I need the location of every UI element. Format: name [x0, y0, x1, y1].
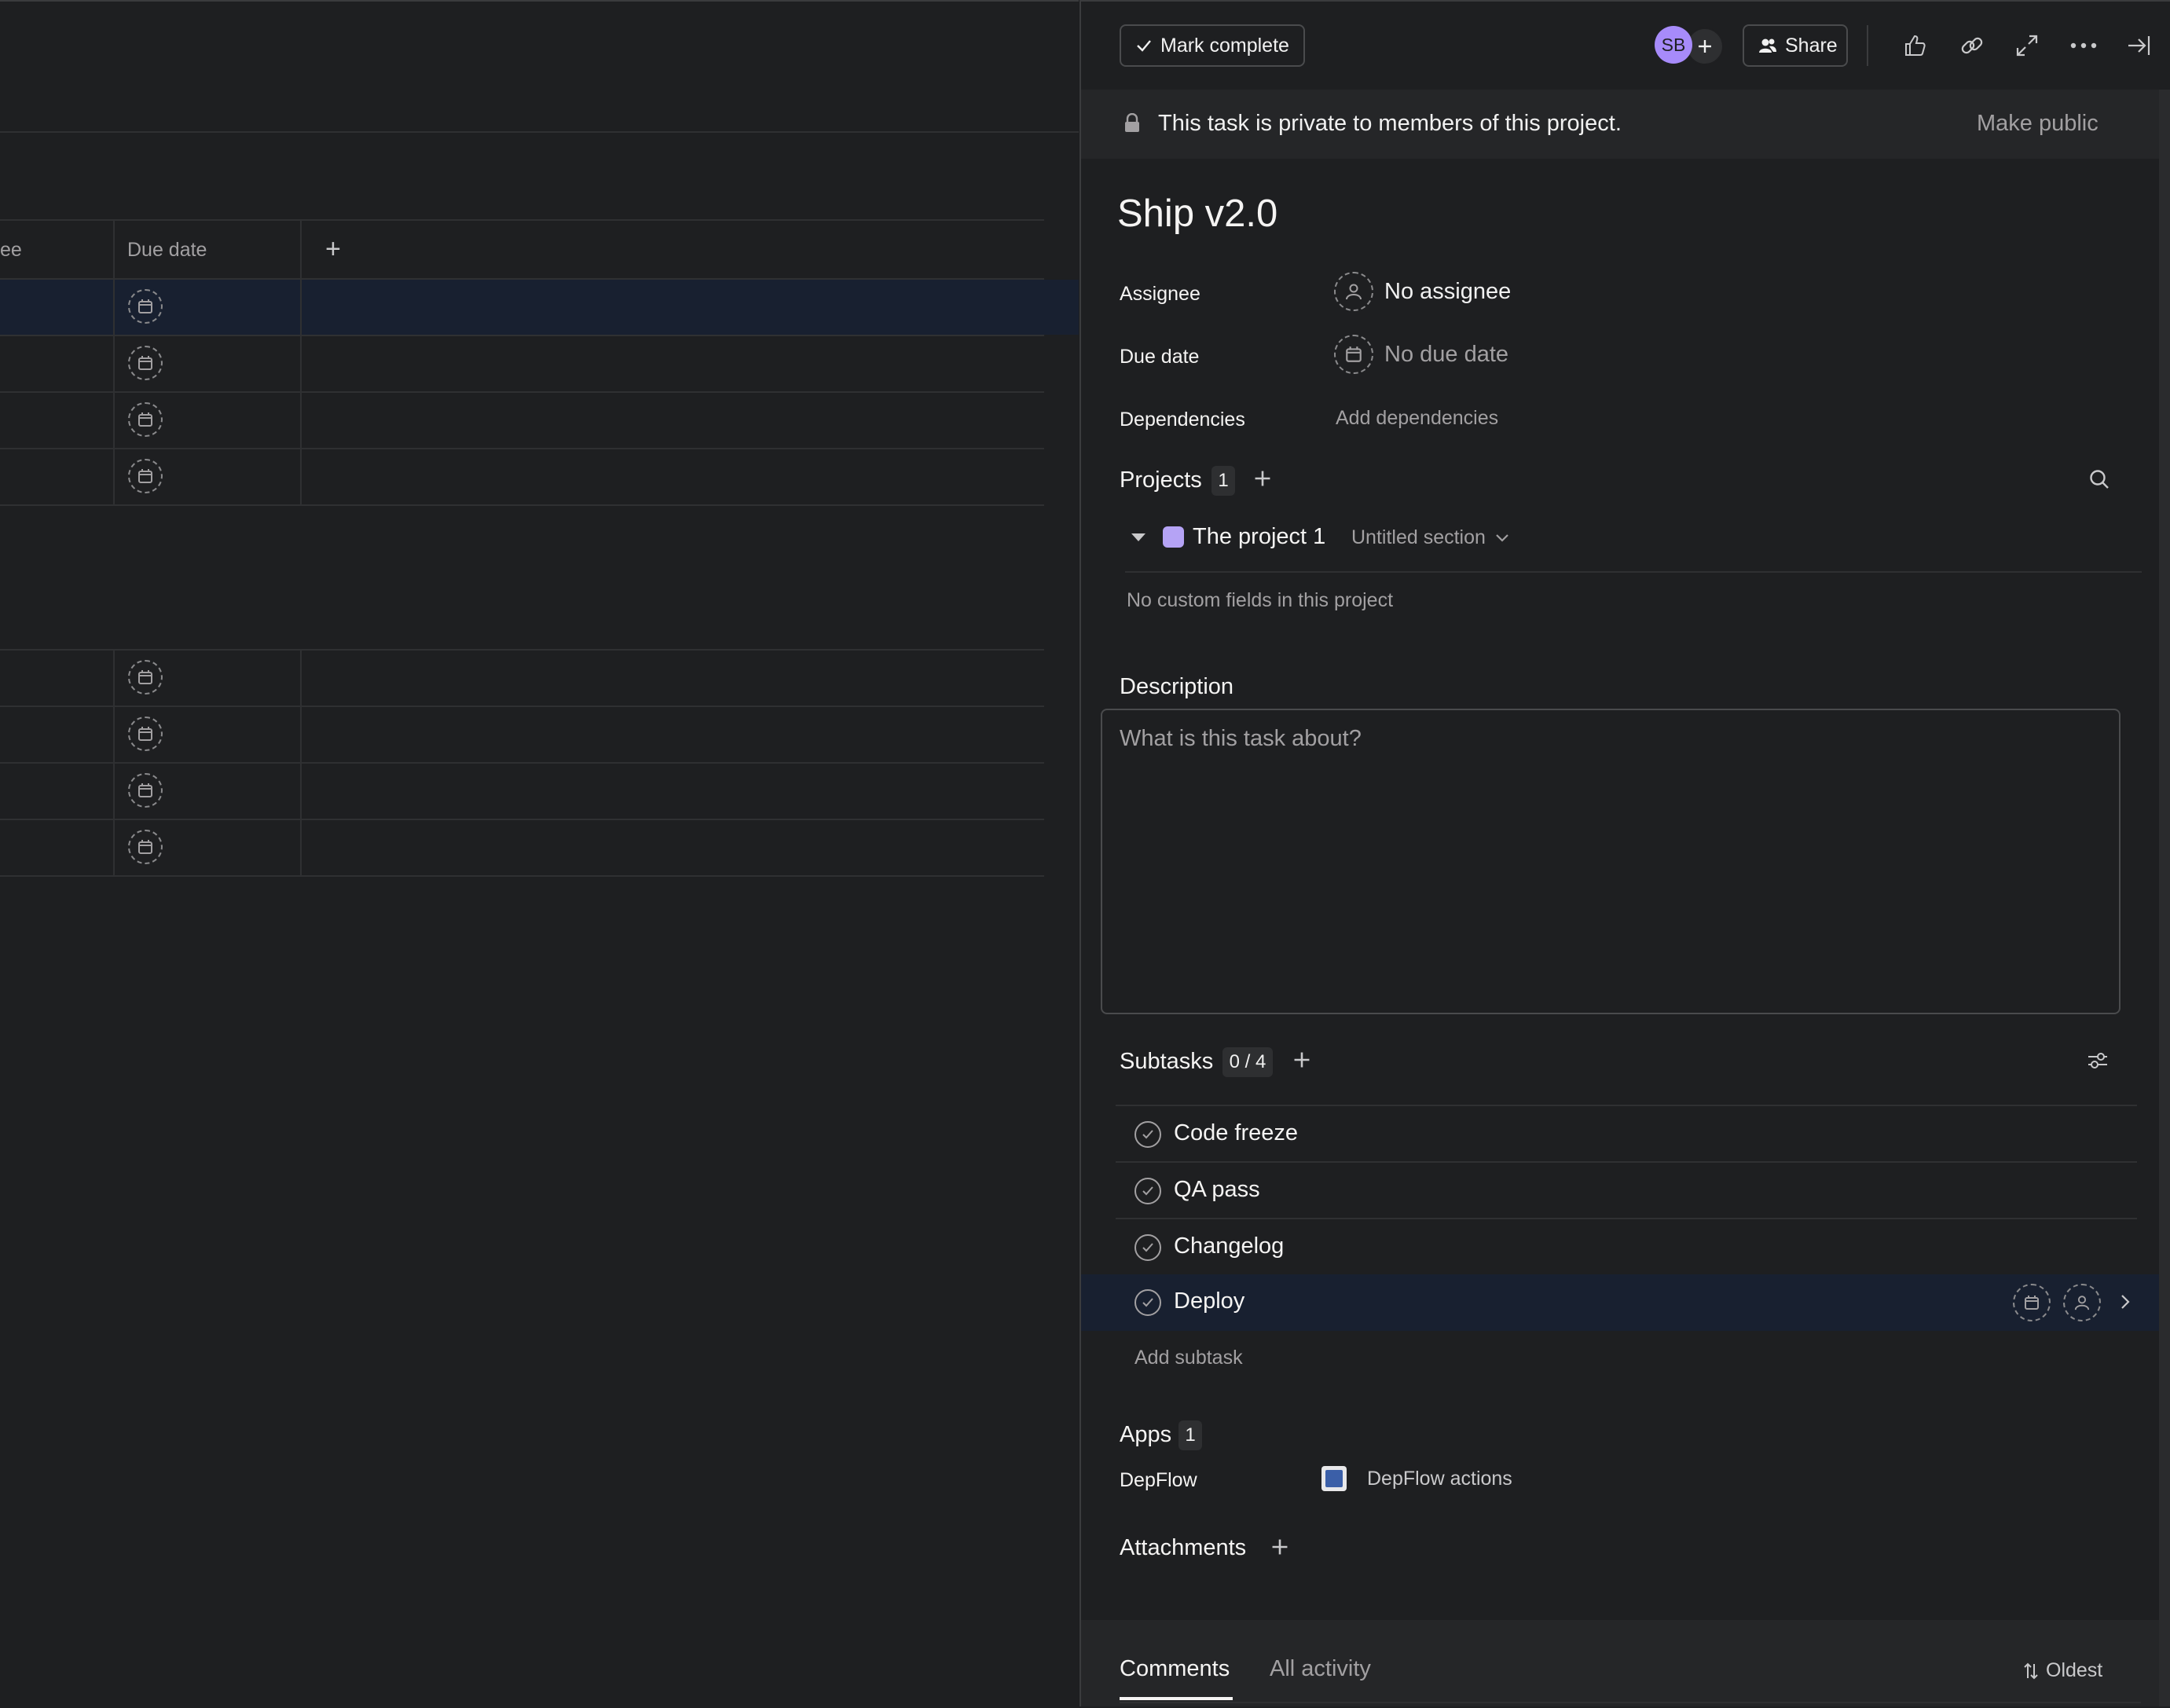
- sort-icon: [2024, 1662, 2038, 1679]
- description-title: Description: [1120, 674, 1234, 699]
- assignee-label: Assignee: [1120, 283, 1200, 305]
- project-color-swatch: [1163, 526, 1184, 548]
- subtask-row[interactable]: QA pass: [1116, 1161, 2137, 1218]
- share-label: Share: [1785, 34, 1838, 57]
- subtask-name[interactable]: Code freeze: [1174, 1120, 1298, 1146]
- app-label: DepFlow: [1120, 1469, 1197, 1491]
- due-date-value[interactable]: No due date: [1384, 342, 1508, 368]
- calendar-icon[interactable]: [1334, 335, 1373, 374]
- task-detail-pane: Mark complete SB Share This task is priv…: [1080, 0, 2170, 1706]
- projects-title: Projects: [1120, 467, 1202, 493]
- add-project-button[interactable]: [1252, 468, 1273, 493]
- active-tab-indicator: [1120, 1697, 1233, 1700]
- share-button[interactable]: Share: [1743, 24, 1848, 67]
- dependencies-label: Dependencies: [1120, 409, 1245, 431]
- person-icon[interactable]: [2063, 1284, 2101, 1321]
- due-date-picker-icon[interactable]: [128, 402, 163, 437]
- privacy-message: This task is private to members of this …: [1158, 111, 1622, 136]
- project-name[interactable]: The project 1: [1193, 524, 1325, 550]
- subtask-row-hovered[interactable]: Deploy: [1081, 1274, 2159, 1331]
- calendar-icon[interactable]: [2013, 1284, 2051, 1321]
- app-actions-button[interactable]: DepFlow actions: [1367, 1468, 1512, 1490]
- attachments-title: Attachments: [1120, 1535, 1247, 1560]
- subtask-settings-icon[interactable]: [2087, 1051, 2109, 1074]
- no-custom-fields-text: No custom fields in this project: [1127, 589, 1394, 611]
- add-subtask-button[interactable]: Add subtask: [1134, 1347, 1243, 1369]
- due-date-picker-icon[interactable]: [128, 717, 163, 751]
- subtask-check-icon[interactable]: [1134, 1121, 1161, 1148]
- toolbar-divider: [1867, 25, 1868, 66]
- check-icon: [1137, 40, 1151, 52]
- avatar[interactable]: SB: [1655, 26, 1692, 64]
- add-subtask-plus-button[interactable]: [1292, 1050, 1312, 1074]
- add-column-button[interactable]: +: [325, 234, 341, 265]
- collapse-triangle-icon[interactable]: [1130, 532, 1147, 547]
- column-header-due-date[interactable]: Due date: [127, 239, 207, 262]
- add-attachment-button[interactable]: [1270, 1537, 1290, 1561]
- subtasks-title: Subtasks: [1120, 1049, 1214, 1074]
- activity-footer: [1081, 1620, 2159, 1706]
- subtasks-count-badge: 0 / 4: [1222, 1047, 1273, 1077]
- section-dropdown[interactable]: Untitled section: [1351, 526, 1509, 549]
- due-date-picker-icon[interactable]: [128, 459, 163, 493]
- plus-icon: [1699, 40, 1711, 53]
- column-header-assignee[interactable]: ee: [0, 239, 22, 262]
- due-date-picker-icon[interactable]: [128, 346, 163, 380]
- divider: [0, 131, 1079, 133]
- lock-icon: [1123, 112, 1141, 137]
- chevron-right-icon[interactable]: [2120, 1293, 2131, 1314]
- section-label: Untitled section: [1351, 526, 1486, 548]
- close-pane-icon[interactable]: [2120, 27, 2157, 64]
- projects-count-badge: 1: [1211, 466, 1235, 496]
- chevron-down-icon: [1496, 533, 1508, 542]
- subtask-check-icon[interactable]: [1134, 1234, 1161, 1261]
- task-list-pane: ee Due date +: [0, 0, 1079, 1708]
- tab-comments[interactable]: Comments: [1120, 1656, 1230, 1682]
- more-options-icon[interactable]: [2065, 27, 2102, 64]
- tab-all-activity[interactable]: All activity: [1270, 1656, 1371, 1682]
- like-icon[interactable]: [1897, 27, 1934, 64]
- scrollbar[interactable]: [2159, 90, 2170, 1706]
- due-date-picker-icon[interactable]: [128, 660, 163, 695]
- subtask-row[interactable]: Changelog: [1116, 1218, 2137, 1274]
- person-icon[interactable]: [1334, 272, 1373, 311]
- expand-icon[interactable]: [2008, 27, 2046, 64]
- depflow-app-icon: [1321, 1466, 1347, 1491]
- due-date-picker-icon[interactable]: [128, 830, 163, 864]
- apps-count-badge: 1: [1178, 1420, 1202, 1450]
- description-placeholder: What is this task about?: [1120, 726, 1362, 751]
- due-date-picker-icon[interactable]: [128, 289, 163, 324]
- subtask-check-icon[interactable]: [1134, 1178, 1161, 1204]
- description-editor[interactable]: What is this task about?: [1101, 709, 2121, 1014]
- subtask-check-icon[interactable]: [1134, 1289, 1161, 1316]
- subtask-row[interactable]: Code freeze: [1116, 1105, 2137, 1161]
- due-date-label: Due date: [1120, 346, 1200, 368]
- due-date-picker-icon[interactable]: [128, 773, 163, 808]
- sort-label: Oldest: [2046, 1659, 2103, 1681]
- assignee-value[interactable]: No assignee: [1384, 279, 1511, 305]
- search-icon[interactable]: [2088, 468, 2110, 494]
- people-icon: [1759, 38, 1776, 53]
- divider: [1125, 571, 2142, 573]
- mark-complete-button[interactable]: Mark complete: [1120, 24, 1305, 67]
- add-dependencies-button[interactable]: Add dependencies: [1336, 407, 1498, 430]
- subtask-name[interactable]: Changelog: [1174, 1233, 1284, 1259]
- mark-complete-label: Mark complete: [1160, 34, 1289, 57]
- subtask-name[interactable]: Deploy: [1174, 1288, 1244, 1314]
- make-public-button[interactable]: Make public: [1977, 111, 2099, 137]
- divider: [1120, 1702, 2141, 1703]
- sort-toggle[interactable]: Oldest: [2022, 1659, 2102, 1682]
- divider: [0, 219, 1044, 221]
- task-title[interactable]: Ship v2.0: [1117, 192, 1277, 236]
- apps-title: Apps: [1120, 1422, 1172, 1447]
- link-icon[interactable]: [1953, 27, 1991, 64]
- subtask-name[interactable]: QA pass: [1174, 1177, 1260, 1203]
